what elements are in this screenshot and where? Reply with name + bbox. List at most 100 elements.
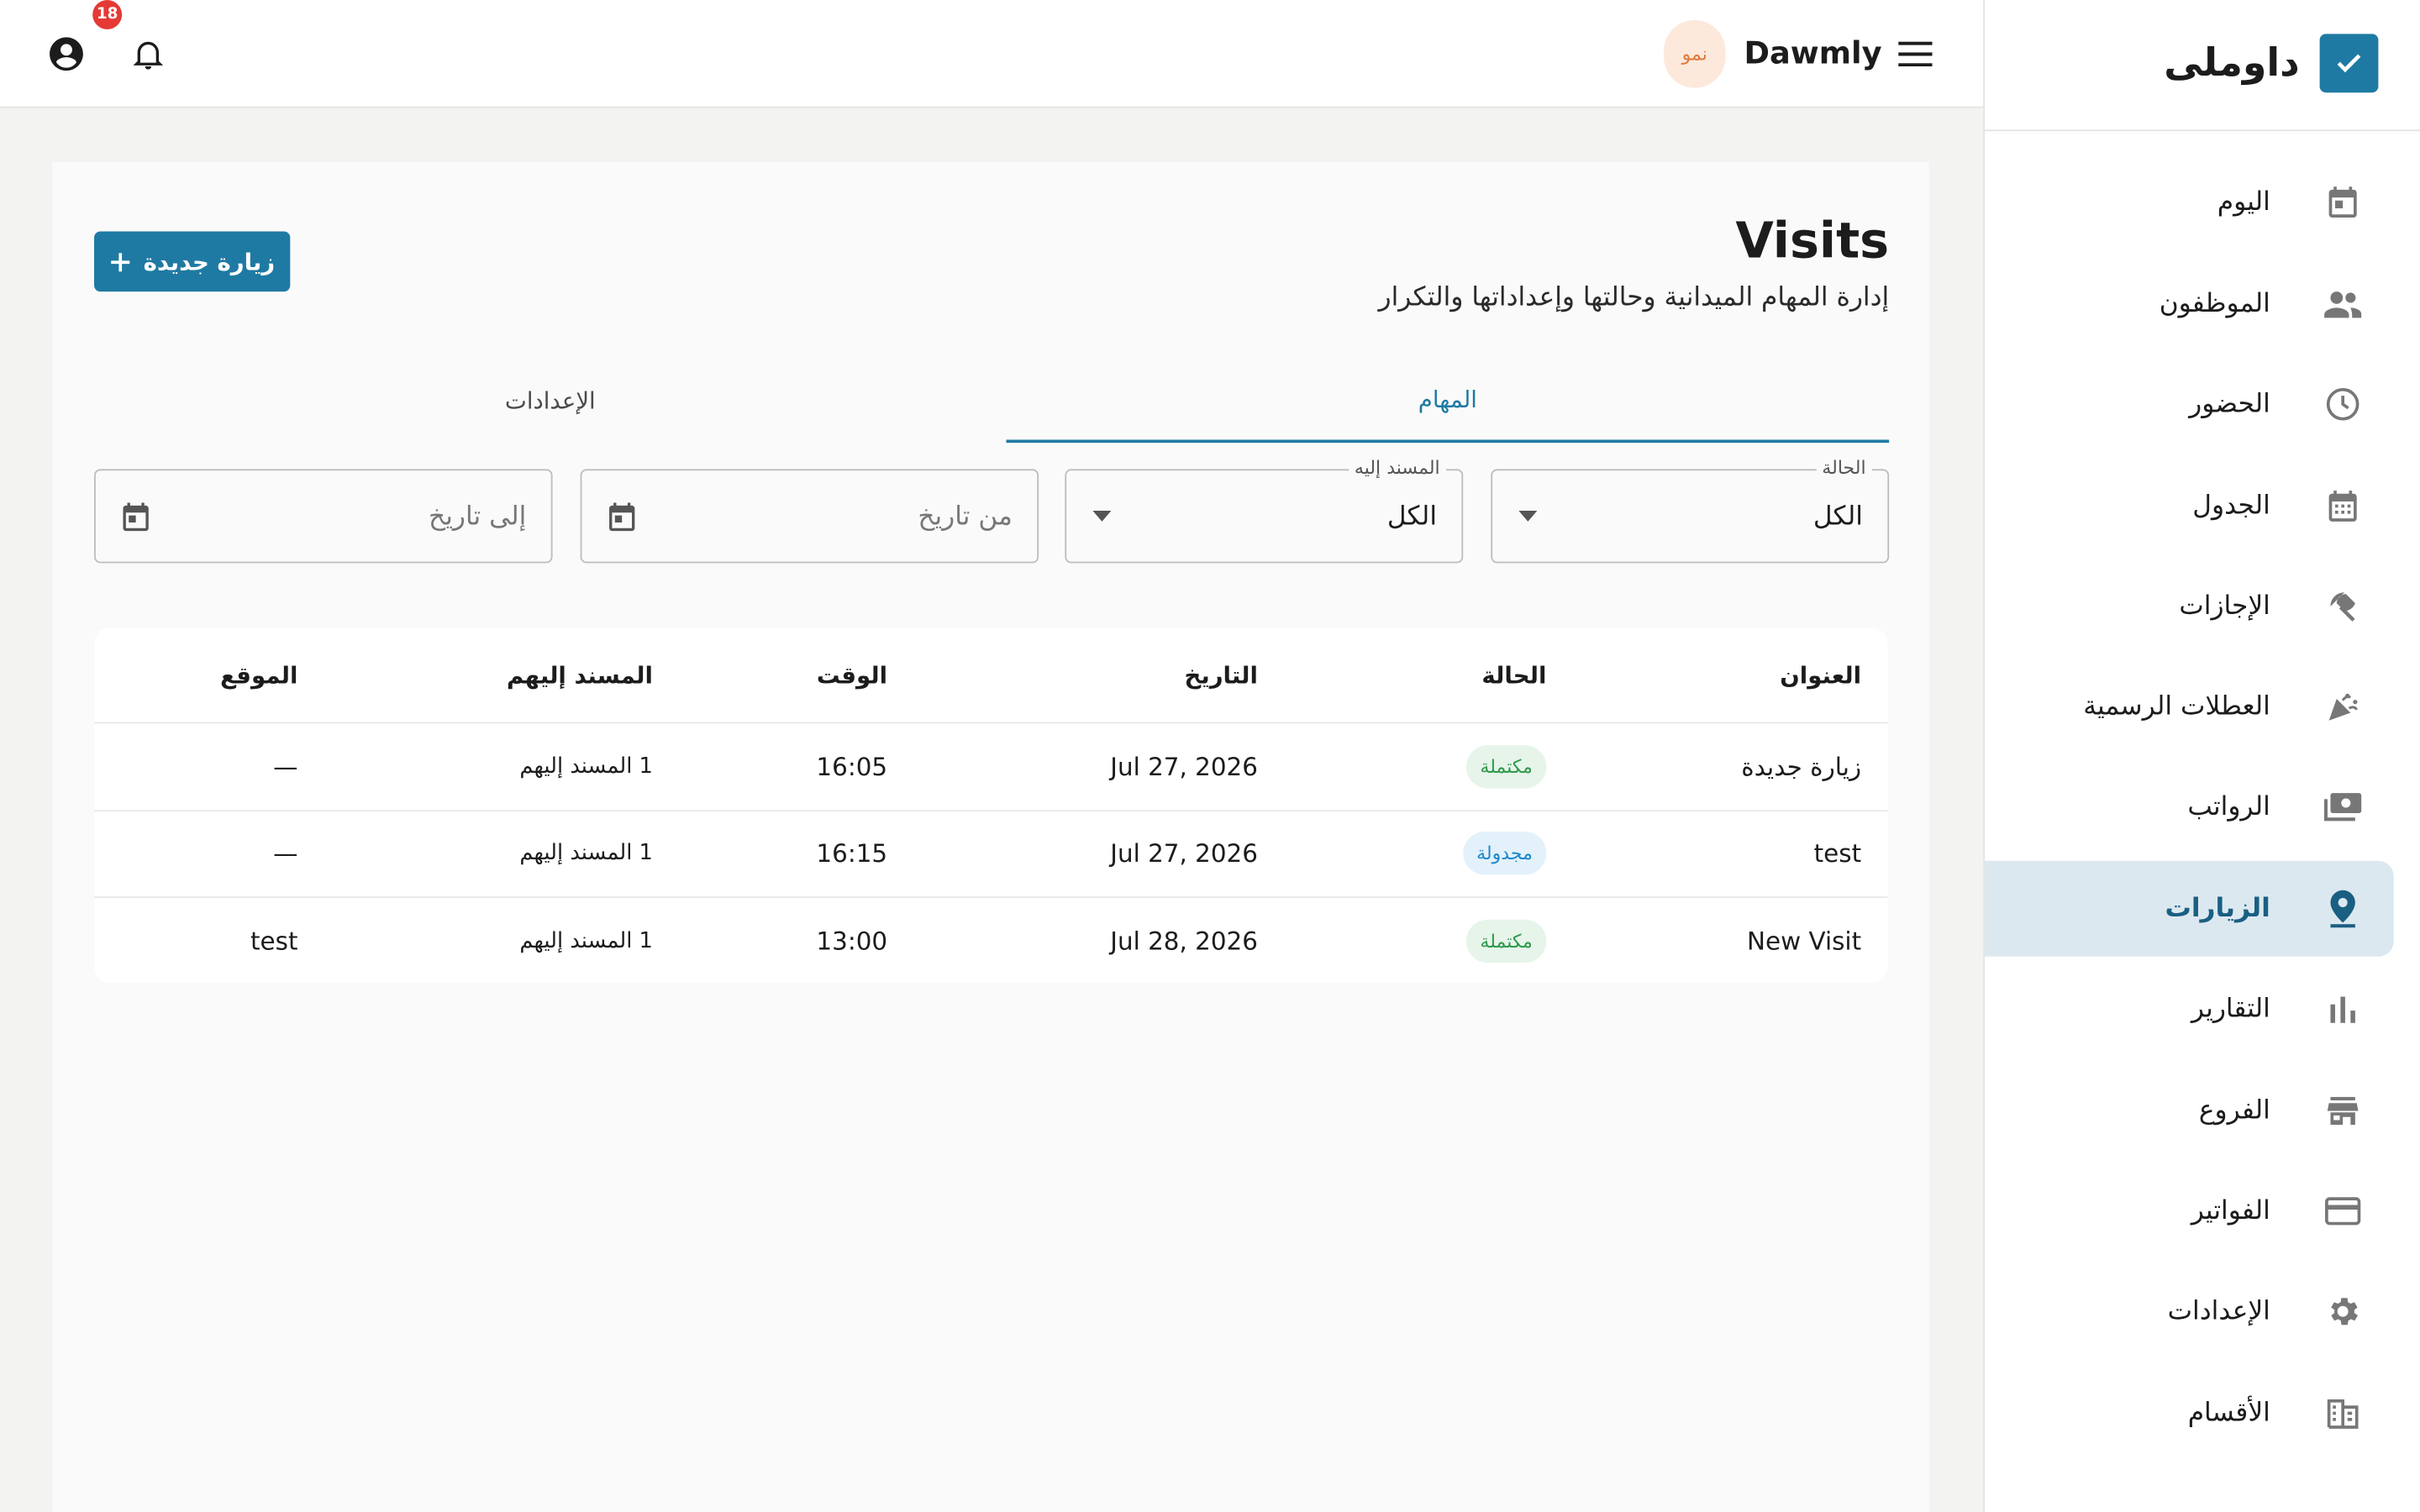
- credit-card-icon: [2321, 1189, 2364, 1232]
- assignee-filter-label: المسند إليه: [1348, 456, 1447, 479]
- col-header-status[interactable]: الحالة: [1481, 661, 1546, 689]
- new-visit-button[interactable]: زيارة جديدة: [94, 231, 291, 292]
- sidebar-item-departments[interactable]: الأقسام: [1985, 1366, 2394, 1462]
- table-row[interactable]: test مجدولة Jul 27, 2026 16:15 1 المسند إليه…: [94, 811, 1888, 898]
- status-filter-select[interactable]: الحالة الكل: [1491, 456, 1890, 564]
- dropdown-arrow-icon: [1088, 502, 1116, 530]
- status-filter-label: الحالة: [1815, 456, 1872, 479]
- tab-tasks[interactable]: المهام: [1006, 360, 1890, 444]
- logo-check-icon: [2319, 34, 2379, 93]
- sidebar-item-label: الموظفون: [2159, 288, 2270, 320]
- account-icon[interactable]: [39, 26, 94, 81]
- sidebar-item-label: العطلات الرسمية: [2083, 690, 2270, 722]
- tab-settings-label: الإعدادات: [504, 387, 596, 416]
- from-date-placeholder: من تاريخ: [918, 501, 1013, 532]
- calendar-today-icon: [2321, 181, 2364, 223]
- store-icon: [2321, 1089, 2364, 1132]
- row-date: Jul 27, 2026: [1110, 838, 1258, 869]
- col-header-date[interactable]: التاريخ: [1184, 661, 1257, 689]
- table-row[interactable]: New Visit مكتملة Jul 28, 2026 13:00 1 المسند…: [94, 898, 1887, 985]
- sidebar-item-label: الإعدادات: [2167, 1295, 2270, 1327]
- sidebar-item-invoices[interactable]: الفواتير: [1985, 1163, 2394, 1259]
- sidebar-item-label: الإجازات: [2179, 591, 2270, 622]
- sidebar-item-schedule[interactable]: الجدول: [1985, 459, 2394, 554]
- clock-icon: [2321, 383, 2364, 426]
- sidebar-item-label: الأقسام: [2187, 1398, 2270, 1429]
- from-date-field[interactable]: من تاريخ: [580, 469, 1039, 564]
- sidebar-item-leaves[interactable]: الإجازات: [1985, 559, 2394, 654]
- row-location: test: [250, 927, 298, 957]
- sidebar-divider: [1983, 129, 2420, 132]
- row-time: 16:05: [816, 751, 888, 781]
- sidebar-item-reports[interactable]: التقارير: [1985, 961, 2394, 1057]
- row-title: test: [1813, 838, 1862, 869]
- row-date: Jul 28, 2026: [1110, 927, 1258, 957]
- row-time: 13:00: [816, 927, 888, 957]
- row-assignees: 1 المسند إليهم: [519, 929, 653, 954]
- sidebar-item-label: الفواتير: [2191, 1195, 2270, 1227]
- sidebar-item-branches[interactable]: الفروع: [1985, 1063, 2394, 1159]
- location-pin-icon: [2321, 887, 2364, 930]
- status-badge: مكتملة: [1465, 920, 1547, 963]
- bar-chart-icon: [2321, 988, 2364, 1031]
- brand-chip: نمو: [1664, 19, 1726, 88]
- table-header-row: العنوان الحالة التاريخ الوقت المسند إليه…: [94, 628, 1888, 724]
- row-location: —: [273, 751, 298, 781]
- sidebar-item-visits[interactable]: الزيارات: [1985, 860, 2394, 957]
- logo-text: داوملى: [2164, 39, 2300, 86]
- gear-icon: [2321, 1290, 2364, 1333]
- celebration-icon: [2321, 685, 2364, 728]
- status-badge: مجدولة: [1462, 832, 1547, 875]
- calendar-icon[interactable]: [603, 497, 640, 534]
- visits-table: العنوان الحالة التاريخ الوقت المسند إليه…: [94, 627, 1888, 985]
- status-badge: مكتملة: [1465, 744, 1547, 789]
- notifications-bell-icon[interactable]: [120, 26, 176, 81]
- row-assignees: 1 المسند إليهم: [519, 841, 653, 866]
- row-date: Jul 27, 2026: [1110, 751, 1258, 781]
- sidebar-item-employees[interactable]: الموظفون: [1985, 256, 2394, 352]
- assignee-filter-value: الكل: [1386, 501, 1438, 532]
- sidebar-item-holidays[interactable]: العطلات الرسمية: [1985, 659, 2394, 754]
- notification-count-badge: 18: [92, 0, 123, 29]
- calendar-grid-icon: [2321, 485, 2364, 528]
- sidebar-item-settings[interactable]: الإعدادات: [1985, 1263, 2394, 1359]
- brand-name: Dawmly: [1744, 34, 1882, 71]
- calendar-icon[interactable]: [118, 497, 155, 534]
- sidebar-item-label: الزيارات: [2165, 893, 2270, 925]
- row-title: زيارة جديدة: [1741, 751, 1862, 781]
- row-location: —: [273, 838, 298, 869]
- table-row[interactable]: زيارة جديدة مكتملة Jul 27, 2026 16:05 1 المس…: [94, 723, 1888, 811]
- status-filter-value: الكل: [1812, 501, 1863, 532]
- visits-card: Visits إدارة المهام الميدانية وحالتها وإ…: [52, 161, 1929, 1512]
- assignee-filter-select[interactable]: المسند إليه الكل: [1065, 456, 1464, 564]
- sidebar-item-payroll[interactable]: الرواتب: [1985, 759, 2394, 855]
- hamburger-menu-icon[interactable]: [1886, 26, 1944, 81]
- people-icon: [2321, 282, 2364, 325]
- sidebar-item-label: الرواتب: [2187, 791, 2270, 822]
- payments-icon: [2321, 785, 2364, 828]
- col-header-location[interactable]: الموقع: [220, 661, 297, 689]
- plus-icon: [109, 250, 131, 272]
- row-title: New Visit: [1747, 927, 1862, 957]
- row-time: 16:15: [816, 838, 888, 869]
- to-date-placeholder: إلى تاريخ: [429, 501, 527, 532]
- sidebar-item-label: التقارير: [2191, 993, 2270, 1025]
- sidebar-item-label: الجدول: [2192, 491, 2270, 522]
- sidebar-item-label: الفروع: [2198, 1095, 2270, 1126]
- sidebar-item-label: الحضور: [2189, 388, 2270, 420]
- col-header-title[interactable]: العنوان: [1780, 661, 1861, 689]
- to-date-field[interactable]: إلى تاريخ: [94, 469, 553, 564]
- sidebar-item-attendance[interactable]: الحضور: [1985, 356, 2394, 452]
- sidebar-item-today[interactable]: اليوم: [1985, 155, 2394, 250]
- page-subtitle: إدارة المهام الميدانية وحالتها وإعداداته…: [1378, 282, 1890, 313]
- dropdown-arrow-icon: [1514, 502, 1542, 530]
- page-title: Visits: [1735, 211, 1890, 270]
- sidebar-item-label: اليوم: [2217, 186, 2270, 218]
- tab-settings[interactable]: الإعدادات: [94, 360, 1007, 443]
- col-header-assignees[interactable]: المسند إليهم: [507, 661, 653, 689]
- new-visit-button-label: زيارة جديدة: [143, 247, 276, 276]
- tab-tasks-label: المهام: [1418, 386, 1477, 414]
- beach-umbrella-icon: [2321, 585, 2364, 627]
- col-header-time[interactable]: الوقت: [817, 661, 887, 689]
- top-bar: 18 نمو Dawmly: [0, 0, 1984, 108]
